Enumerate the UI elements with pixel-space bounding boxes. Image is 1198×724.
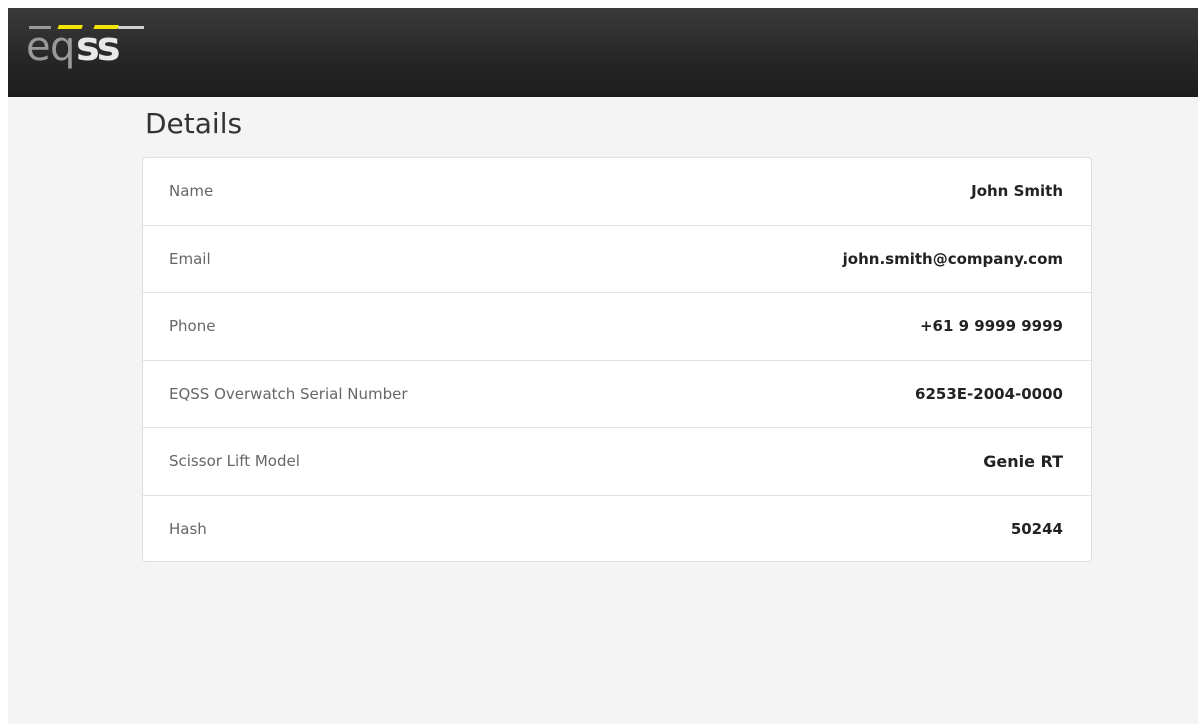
detail-value: john.smith@company.com	[842, 249, 1063, 268]
detail-value: Genie RT	[983, 451, 1063, 471]
page-title: Details	[145, 107, 243, 140]
detail-label: Phone	[169, 317, 216, 336]
detail-label: Email	[169, 249, 211, 268]
detail-value: 50244	[1010, 520, 1063, 539]
detail-value: 6253E-2004-0000	[915, 384, 1063, 403]
logo-overline-bar-right	[118, 26, 144, 29]
details-card: Name John Smith Email john.smith@company…	[142, 157, 1092, 562]
eqss-logo[interactable]: e q ss	[26, 22, 176, 78]
logo-letters-ss: ss	[76, 24, 119, 70]
detail-row-hash: Hash 50244	[143, 496, 1091, 562]
detail-row-email: Email john.smith@company.com	[143, 226, 1091, 293]
detail-value: +61 9 9999 9999	[919, 317, 1063, 336]
detail-row-phone: Phone +61 9 9999 9999	[143, 293, 1091, 361]
detail-label: Name	[169, 182, 214, 201]
detail-value: John Smith	[971, 182, 1063, 201]
detail-label: Hash	[169, 520, 207, 539]
detail-label: Scissor Lift Model	[169, 452, 300, 471]
app-frame: e q ss Details Name John Smith Email joh…	[8, 8, 1198, 724]
top-navbar: e q ss	[8, 8, 1198, 97]
detail-row-name: Name John Smith	[143, 158, 1091, 226]
detail-label: EQSS Overwatch Serial Number	[169, 384, 408, 403]
detail-row-serial-number: EQSS Overwatch Serial Number 6253E-2004-…	[143, 361, 1091, 428]
logo-letter-q: q	[50, 24, 73, 70]
logo-letter-e: e	[26, 24, 49, 70]
detail-row-scissor-lift-model: Scissor Lift Model Genie RT	[143, 428, 1091, 496]
eqss-logo-icon: e q ss	[26, 24, 144, 70]
